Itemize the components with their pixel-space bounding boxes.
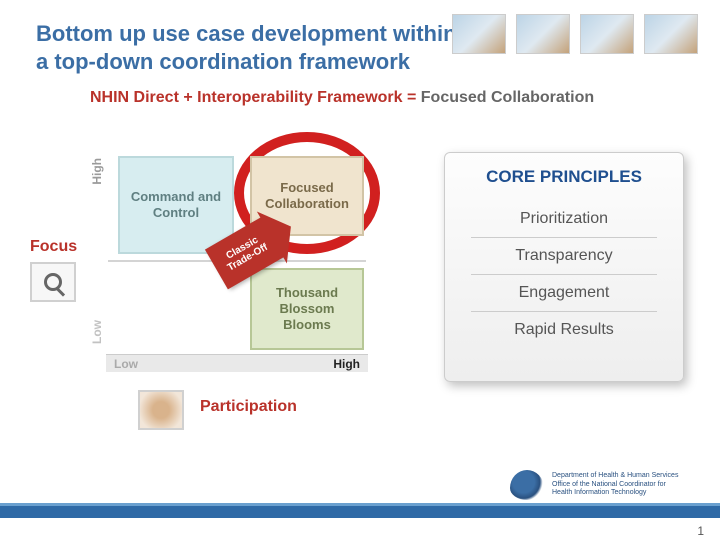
- thumbnail-image: [580, 14, 634, 54]
- thumbnail-image: [452, 14, 506, 54]
- title-line-2: a top-down coordination framework: [36, 49, 410, 74]
- logo-line-1: Department of Health & Human Services: [552, 472, 692, 480]
- quadrant-chart: High Low Command and Control Focused Col…: [104, 148, 368, 372]
- title-line-1: Bottom up use case development within: [36, 21, 457, 46]
- principle-item: Rapid Results: [463, 312, 665, 348]
- y-axis-low: Low: [90, 320, 104, 344]
- focus-axis-label: Focus: [30, 238, 77, 256]
- principle-item: Transparency: [463, 238, 665, 274]
- x-axis-high: High: [333, 357, 360, 371]
- principle-item: Prioritization: [463, 201, 665, 237]
- principle-item: Engagement: [463, 275, 665, 311]
- logo-text: Department of Health & Human Services Of…: [552, 472, 692, 497]
- y-axis-high: High: [90, 158, 104, 185]
- hhs-onc-logo: Department of Health & Human Services Of…: [510, 470, 692, 500]
- page-number: 1: [697, 524, 704, 538]
- logo-line-2: Office of the National Coordinator for: [552, 481, 692, 489]
- logo-line-3: Health Information Technology: [552, 489, 692, 497]
- participation-axis-label: Participation: [200, 398, 297, 416]
- thumbnail-image: [516, 14, 570, 54]
- thumbnail-strip: [452, 14, 698, 54]
- eagle-icon: [510, 470, 544, 500]
- thumbnail-image: [644, 14, 698, 54]
- x-axis: Low High: [106, 354, 368, 372]
- magnifier-icon: [30, 262, 76, 302]
- subtitle-right: Focused Collaboration: [421, 89, 594, 106]
- x-axis-low: Low: [114, 357, 138, 371]
- subtitle-left: NHIN Direct + Interoperability Framework…: [90, 89, 421, 106]
- core-principles-panel: CORE PRINCIPLES Prioritization Transpare…: [444, 152, 684, 382]
- subtitle: NHIN Direct + Interoperability Framework…: [90, 89, 720, 107]
- footer-bar: [0, 506, 720, 518]
- quadrant-thousand-blossom-blooms: Thousand Blossom Blooms: [250, 268, 364, 350]
- quadrant-command-and-control: Command and Control: [118, 156, 234, 254]
- hands-together-icon: [138, 390, 184, 430]
- panel-heading: CORE PRINCIPLES: [463, 167, 665, 187]
